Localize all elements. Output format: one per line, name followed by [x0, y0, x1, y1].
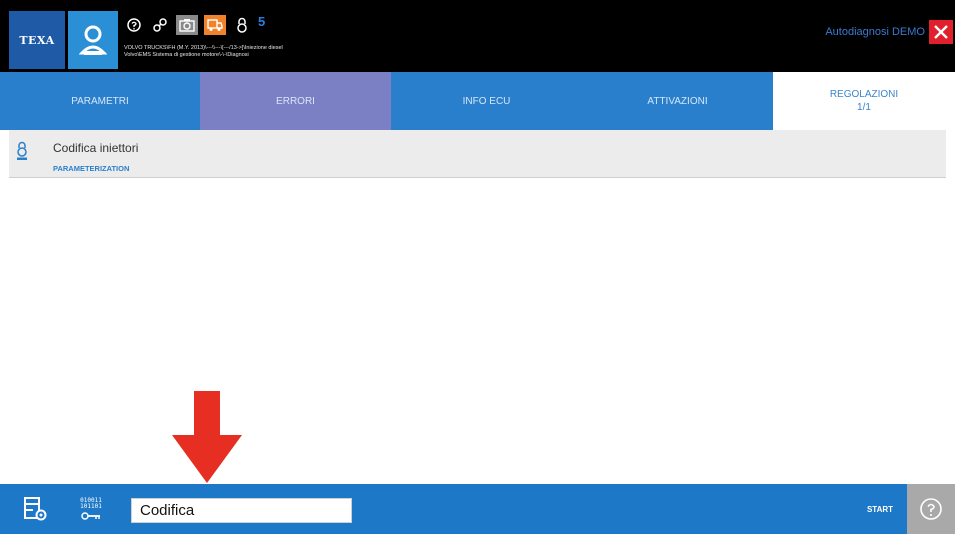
- tab-label: ATTIVAZIONI: [647, 95, 708, 107]
- tab-counter: 1/1: [857, 102, 871, 113]
- help-circle-icon: [920, 498, 942, 520]
- toolbar-icons: 5: [124, 14, 265, 36]
- user-icon: [79, 25, 107, 55]
- item-title: Codifica iniettori: [53, 141, 139, 155]
- help-circle-icon[interactable]: [124, 15, 144, 35]
- tab-attivazioni[interactable]: ATTIVAZIONI: [582, 72, 773, 130]
- vehicle-info: VOLVO TRUCKS\FH (M.Y. 2013)\---\\---\[--…: [124, 45, 283, 59]
- vehicle-line-2: Volvo\EMS Sistema di gestione motore\-\-…: [124, 52, 249, 58]
- texa-logo: TEXA: [9, 11, 65, 69]
- tab-info-ecu[interactable]: INFO ECU: [391, 72, 582, 130]
- tab-errori[interactable]: ERRORI: [200, 72, 391, 130]
- main-tabs: PARAMETRI ERRORI INFO ECU ATTIVAZIONI RE…: [0, 72, 955, 130]
- tab-label: ERRORI: [276, 95, 315, 107]
- logo-text: TEXA: [19, 33, 55, 47]
- help-button[interactable]: [907, 484, 955, 534]
- camera-icon[interactable]: [176, 15, 198, 35]
- tab-parametri[interactable]: PARAMETRI: [0, 72, 200, 130]
- binary-bottom: 101101: [80, 503, 102, 510]
- vehicle-line-1: VOLVO TRUCKS\FH (M.Y. 2013)\---\\---\[--…: [124, 45, 283, 51]
- lock-icon[interactable]: [232, 15, 252, 35]
- content-area: [9, 178, 946, 484]
- binary-key-icon[interactable]: 010011 101101: [76, 494, 106, 524]
- code-input[interactable]: Codifica: [131, 498, 352, 523]
- tab-label: PARAMETRI: [71, 95, 129, 107]
- tab-label: REGOLAZIONI: [829, 89, 899, 100]
- notification-count: 5: [258, 13, 266, 29]
- link-icon[interactable]: [150, 15, 170, 35]
- close-button[interactable]: [929, 20, 953, 44]
- top-bar: TEXA 5 VOLVO TRUCKS\FH (M.Y. 2013)\---\\…: [0, 0, 955, 72]
- document-settings-icon[interactable]: [22, 496, 48, 522]
- truck-icon[interactable]: [204, 15, 226, 35]
- lock-icon: [17, 141, 27, 160]
- arrow-down-icon: [172, 391, 242, 483]
- tab-regolazioni[interactable]: REGOLAZIONI 1/1: [773, 72, 955, 130]
- tab-label: INFO ECU: [462, 95, 511, 107]
- mode-label: Autodiagnosi DEMO: [825, 26, 925, 38]
- user-profile-button[interactable]: [68, 11, 118, 69]
- start-button[interactable]: START: [853, 484, 907, 534]
- bottom-bar: 010011 101101 Codifica START: [0, 484, 955, 534]
- item-category: PARAMETERIZATION: [53, 164, 130, 173]
- close-icon: [934, 25, 948, 39]
- list-item[interactable]: Codifica iniettori PARAMETERIZATION: [9, 130, 946, 178]
